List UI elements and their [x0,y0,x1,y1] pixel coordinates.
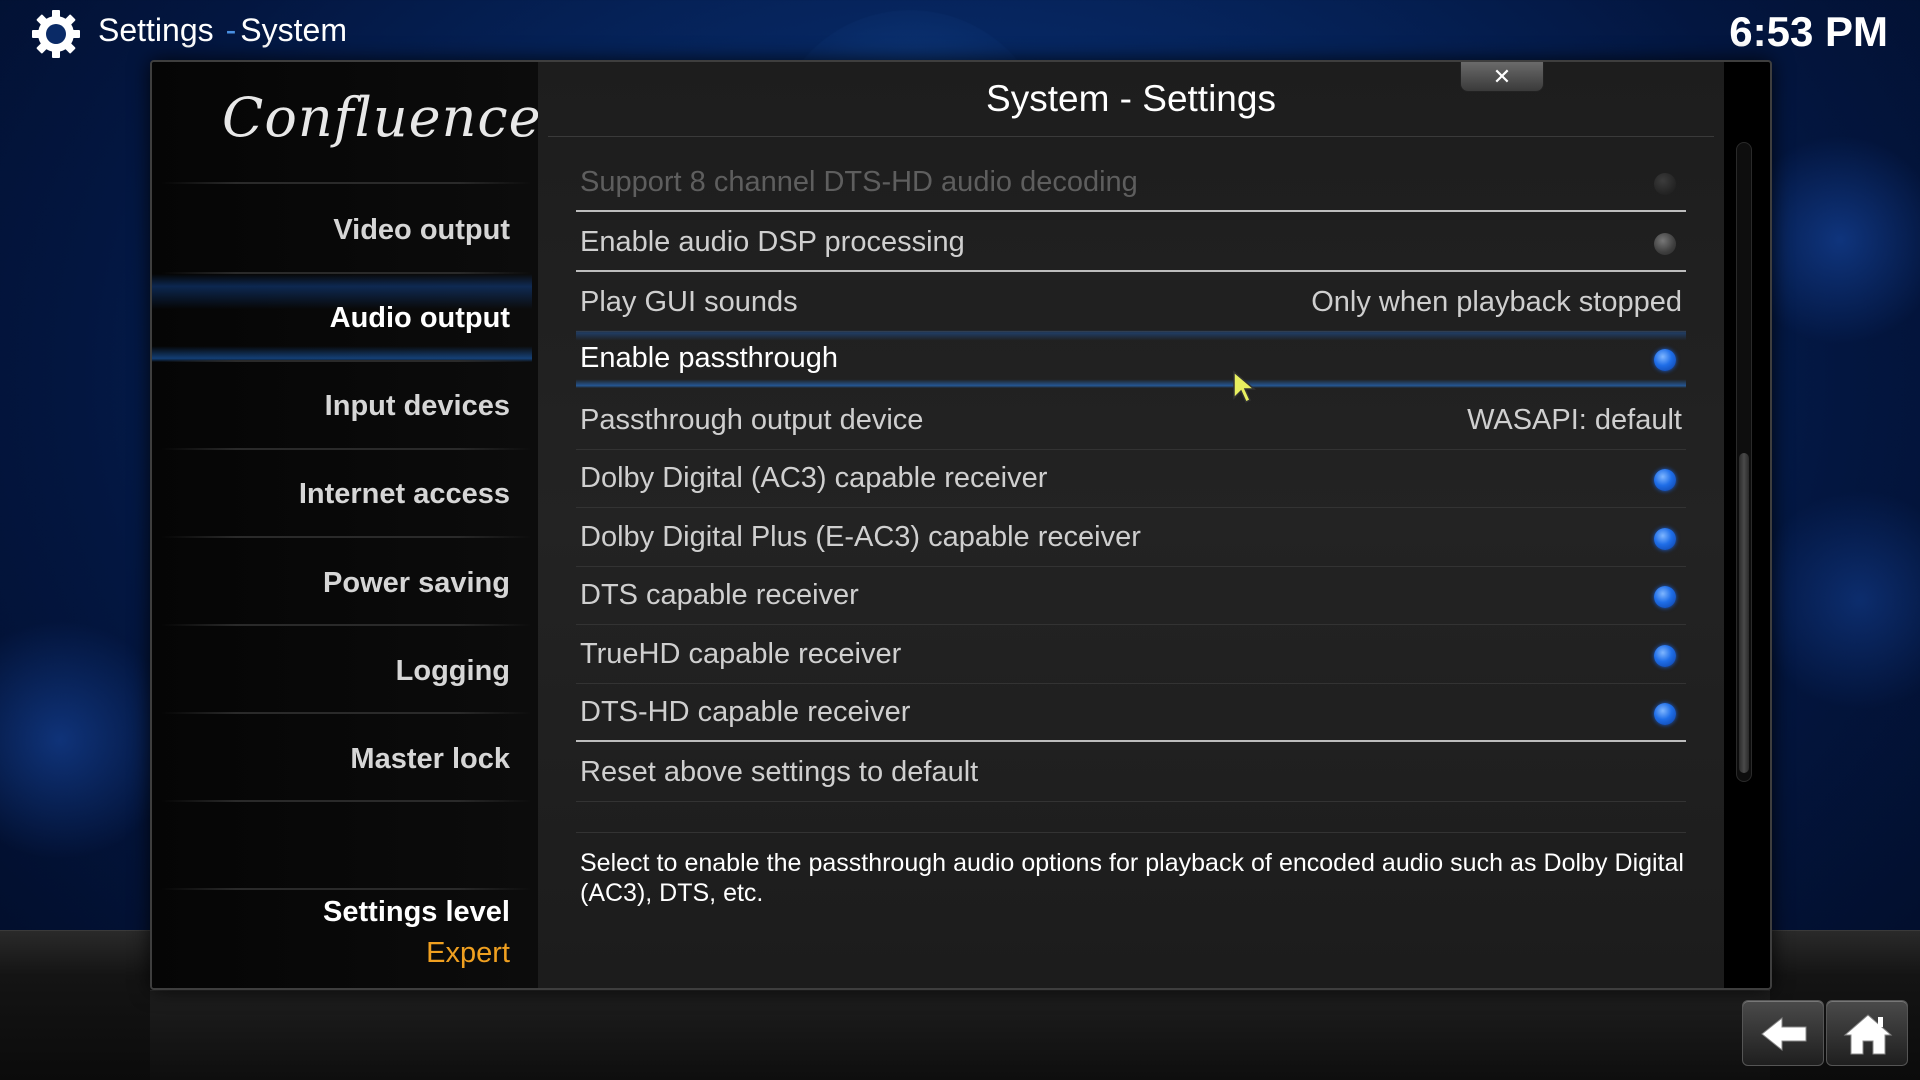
settings-dialog: Confluence Video output Audio output Inp… [150,60,1772,990]
scrollbar[interactable] [1736,142,1752,782]
settings-level-button[interactable]: Settings level Expert [152,896,510,970]
sidebar-divider [162,888,532,890]
toggle-radio-on[interactable] [1654,469,1676,491]
setting-label: Support 8 channel DTS-HD audio decoding [580,166,1138,198]
setting-row[interactable]: Dolby Digital Plus (E-AC3) capable recei… [576,509,1686,567]
clock: 6:53 PM [1729,8,1888,55]
settings-level-label: Settings level [323,896,510,928]
mouse-cursor-icon [1233,370,1257,404]
sidebar-item-video-output[interactable]: Video output [152,186,532,274]
setting-value: Only when playback stopped [1311,286,1682,318]
setting-row[interactable]: Reset above settings to default [576,744,1686,802]
setting-row[interactable]: DTS capable receiver [576,567,1686,625]
setting-label: Reset above settings to default [580,756,979,788]
gear-icon [32,10,80,58]
setting-row[interactable]: TrueHD capable receiver [576,626,1686,684]
close-button[interactable]: ✕ [1460,62,1544,92]
close-icon: ✕ [1492,64,1512,89]
title-divider [548,136,1714,137]
sidebar-item-audio-output[interactable]: Audio output [152,274,532,362]
setting-label: Play GUI sounds [580,286,798,318]
setting-row[interactable]: Passthrough output device WASAPI: defaul… [576,392,1686,450]
toggle-radio-disabled [1654,173,1676,195]
sidebar-item-input-devices[interactable]: Input devices [152,362,532,450]
breadcrumb: Settings - System [98,12,347,49]
top-bar: Settings - System 6:53 PM [0,0,1920,64]
setting-label: Enable passthrough [580,342,838,374]
setting-label: TrueHD capable receiver [580,638,902,670]
dialog-title: System - Settings [986,78,1276,119]
setting-row-selected[interactable]: Enable passthrough [576,330,1686,388]
setting-row[interactable]: Dolby Digital (AC3) capable receiver [576,450,1686,508]
toggle-radio-on[interactable] [1654,528,1676,550]
background-bokeh [1760,480,1920,720]
setting-label: Passthrough output device [580,404,924,436]
setting-row: Support 8 channel DTS-HD audio decoding [576,154,1686,212]
setting-description: Select to enable the passthrough audio o… [580,849,1684,907]
confluence-logo: Confluence [222,86,542,149]
breadcrumb-subsection: System [240,12,347,48]
setting-label: Enable audio DSP processing [580,226,965,258]
settings-panel: System - Settings Support 8 channel DTS-… [538,62,1724,988]
toggle-radio-off[interactable] [1654,233,1676,255]
sidebar-divider [162,800,532,802]
settings-level-value: Expert [426,937,510,969]
sidebar-item-logging[interactable]: Logging [152,627,532,715]
sidebar-item-internet-access[interactable]: Internet access [152,450,532,538]
setting-row[interactable]: Play GUI sounds Only when playback stopp… [576,274,1686,332]
breadcrumb-section: Settings [98,12,214,48]
breadcrumb-separator: - [225,12,237,48]
setting-label: Dolby Digital Plus (E-AC3) capable recei… [580,521,1141,553]
sidebar: Confluence Video output Audio output Inp… [152,62,541,988]
sidebar-item-master-lock[interactable]: Master lock [152,715,532,803]
bottom-panel [150,990,1770,1080]
home-icon [1843,1014,1893,1055]
setting-label: DTS-HD capable receiver [580,696,911,728]
sidebar-item-power-saving[interactable]: Power saving [152,539,532,627]
sidebar-divider [162,624,532,626]
sidebar-divider [162,182,532,184]
setting-row[interactable]: Enable audio DSP processing [576,214,1686,272]
scrollbar-thumb[interactable] [1739,453,1749,773]
toggle-radio-on[interactable] [1654,586,1676,608]
description-divider [576,832,1686,833]
sidebar-divider [162,536,532,538]
sidebar-divider [162,712,532,714]
back-button[interactable] [1742,1000,1824,1066]
toggle-radio-on[interactable] [1654,349,1676,371]
back-arrow-icon [1761,1016,1807,1052]
setting-row[interactable]: DTS-HD capable receiver [576,684,1686,742]
setting-label: DTS capable receiver [580,579,859,611]
setting-value: WASAPI: default [1467,404,1682,436]
setting-label: Dolby Digital (AC3) capable receiver [580,462,1048,494]
toggle-radio-on[interactable] [1654,645,1676,667]
toggle-radio-on[interactable] [1654,703,1676,725]
home-button[interactable] [1826,1000,1908,1066]
